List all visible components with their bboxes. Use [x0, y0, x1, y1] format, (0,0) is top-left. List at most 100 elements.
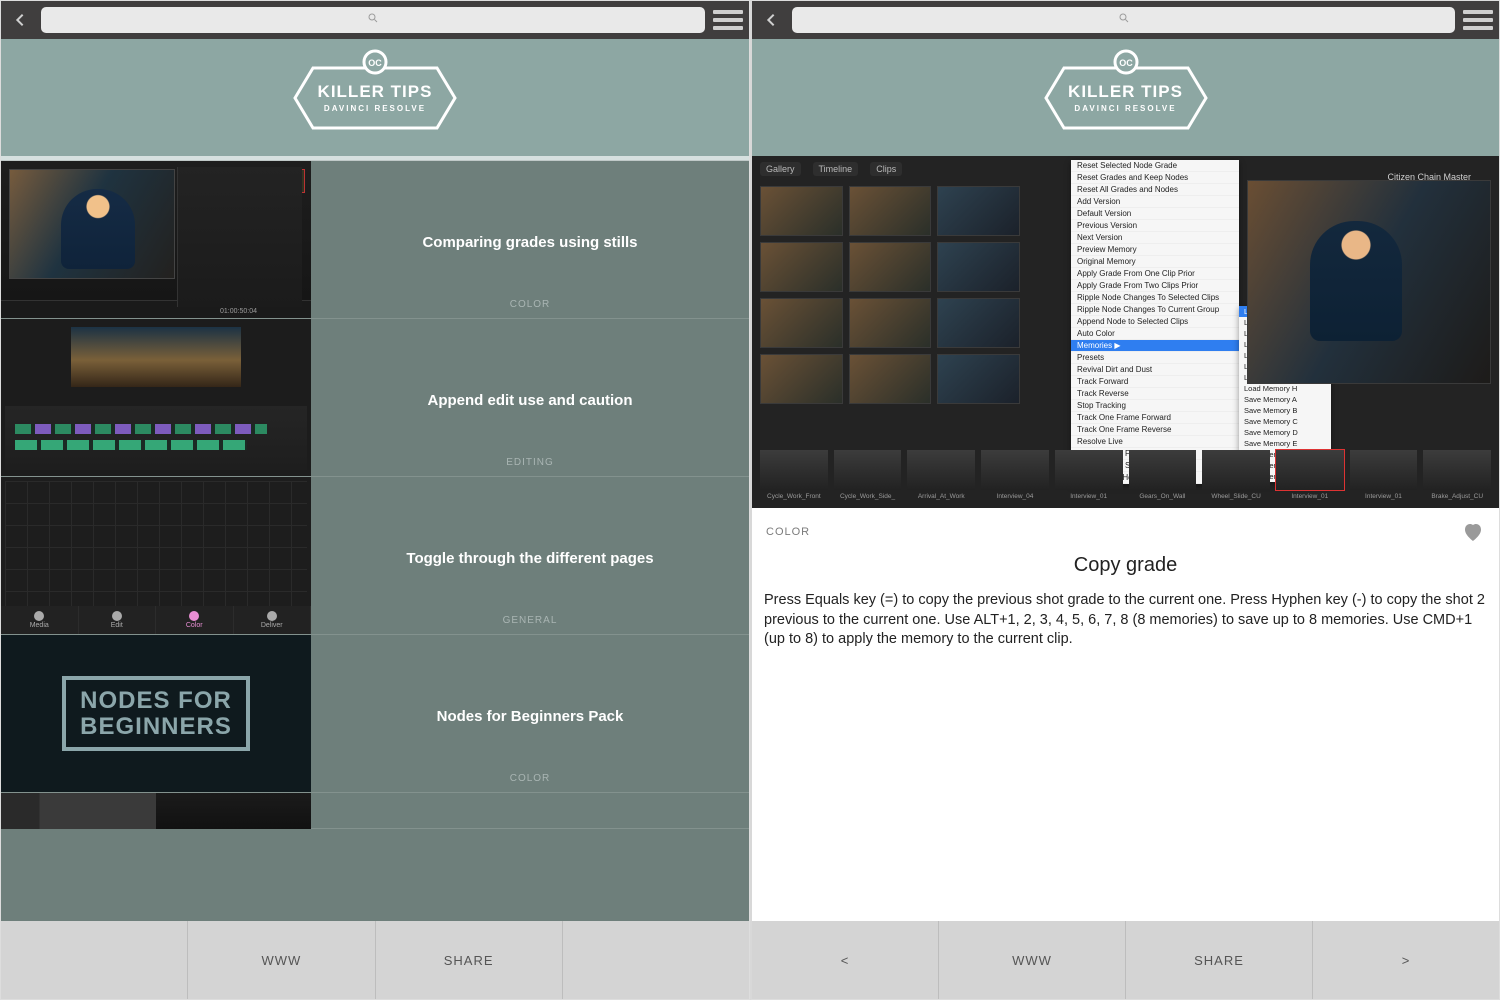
menu-button[interactable]	[1463, 7, 1493, 33]
list-item-title: Append edit use and caution	[427, 392, 632, 409]
screenshot-tab: Clips	[870, 162, 902, 176]
badge-title: KILLER TIPS	[318, 82, 433, 102]
hamburger-icon	[1463, 10, 1493, 14]
filmstrip-thumb: Brake_Adjust_CU	[1423, 450, 1491, 490]
bottom-bar: WWW SHARE	[1, 921, 749, 999]
bottom-bar: < WWW SHARE >	[752, 921, 1499, 999]
menu-item: Reset Grades and Keep Nodes	[1071, 172, 1239, 184]
list-item-category: COLOR	[311, 299, 749, 310]
thumbnail-timecode: 01:00:50:04	[220, 308, 257, 315]
menu-item: Add Version	[1071, 196, 1239, 208]
chevron-left-icon	[763, 12, 779, 28]
list-item[interactable]: NODES FOR BEGINNERS Nodes for Beginners …	[1, 635, 749, 793]
filmstrip-thumb: Interview_01	[1350, 450, 1418, 490]
hero-banner: OC KILLER TIPS DAVINCI RESOLVE	[752, 39, 1499, 156]
menu-item: Next Version	[1071, 232, 1239, 244]
submenu-item: Load Memory H	[1239, 383, 1331, 394]
svg-text:OC: OC	[1119, 58, 1133, 68]
menu-item: Track Reverse	[1071, 388, 1239, 400]
submenu-item: Save Memory C	[1239, 416, 1331, 427]
list-item[interactable]: Append edit use and caution EDITING	[1, 319, 749, 477]
filmstrip: Cycle_Work_FrontCycle_Work_Side_Arrival_…	[760, 450, 1491, 500]
prev-button[interactable]: <	[752, 921, 938, 999]
list-item-title: Toggle through the different pages	[406, 550, 653, 567]
badge-title: KILLER TIPS	[1068, 82, 1183, 102]
submenu-item: Save Memory A	[1239, 394, 1331, 405]
list-thumbnail: NODES FOR BEGINNERS	[1, 635, 311, 792]
list-item-title: Nodes for Beginners Pack	[437, 708, 624, 725]
article-category: COLOR	[766, 526, 810, 538]
list-item-category: GENERAL	[311, 615, 749, 626]
badge-subtitle: DAVINCI RESOLVE	[1068, 104, 1183, 113]
menu-button[interactable]	[713, 7, 743, 33]
menu-item: Apply Grade From One Clip Prior	[1071, 268, 1239, 280]
bottom-bar-spacer	[562, 921, 749, 999]
submenu-item: Save Memory B	[1239, 405, 1331, 416]
hamburger-icon	[713, 10, 743, 14]
filmstrip-thumb: Wheel_Slide_CU	[1202, 450, 1270, 490]
menu-item: Track Forward	[1071, 376, 1239, 388]
menu-item: Apply Grade From Two Clips Prior	[1071, 280, 1239, 292]
search-icon	[1118, 11, 1130, 29]
share-button[interactable]: SHARE	[1125, 921, 1312, 999]
menu-item: Reset All Grades and Nodes	[1071, 184, 1239, 196]
menu-item: Track One Frame Forward	[1071, 412, 1239, 424]
list-thumbnail	[1, 319, 311, 476]
hero-banner: OC KILLER TIPS DAVINCI RESOLVE	[1, 39, 749, 156]
chevron-left-icon	[12, 12, 28, 28]
list-pane: OC KILLER TIPS DAVINCI RESOLVE 01:00:50:…	[0, 0, 750, 1000]
search-field[interactable]	[792, 7, 1455, 33]
list-item[interactable]: Media Edit Color Deliver Toggle through …	[1, 477, 749, 635]
topbar	[1, 1, 749, 39]
topbar	[752, 1, 1499, 39]
list-item[interactable]: 01:00:50:04 Comparing grades using still…	[1, 161, 749, 319]
menu-item: Resolve Live	[1071, 436, 1239, 448]
svg-text:OC: OC	[368, 58, 382, 68]
next-button[interactable]: >	[1312, 921, 1499, 999]
menu-item: Stop Tracking	[1071, 400, 1239, 412]
menu-item: Revival Dirt and Dust	[1071, 364, 1239, 376]
menu-item: Append Node to Selected Clips	[1071, 316, 1239, 328]
menu-item: Memories ▶	[1071, 340, 1239, 352]
menu-item: Original Memory	[1071, 256, 1239, 268]
share-button[interactable]: SHARE	[375, 921, 562, 999]
favorite-button[interactable]	[1461, 520, 1485, 544]
filmstrip-thumb: Arrival_At_Work	[907, 450, 975, 490]
back-button[interactable]	[7, 7, 33, 33]
filmstrip-thumb: Interview_01	[1276, 450, 1344, 490]
menu-item: Ripple Node Changes To Current Group	[1071, 304, 1239, 316]
menu-item: Auto Color	[1071, 328, 1239, 340]
stills-grid	[760, 186, 1020, 448]
list-item-category: EDITING	[311, 457, 749, 468]
page-tab-icon: Edit	[79, 606, 157, 634]
app-badge: OC KILLER TIPS DAVINCI RESOLVE	[275, 48, 475, 148]
menu-item: Ripple Node Changes To Selected Clips	[1071, 292, 1239, 304]
tips-list[interactable]: 01:00:50:04 Comparing grades using still…	[1, 156, 749, 921]
search-field[interactable]	[41, 7, 705, 33]
menu-item: Preview Memory	[1071, 244, 1239, 256]
submenu-item: Save Memory D	[1239, 427, 1331, 438]
list-item[interactable]	[1, 793, 749, 829]
www-button[interactable]: WWW	[938, 921, 1125, 999]
heart-icon	[1461, 520, 1485, 544]
page-tab-icon: Color	[156, 606, 234, 634]
page-tab-icon: Deliver	[234, 606, 312, 634]
list-thumbnail: 01:00:50:04	[1, 161, 311, 318]
article: Gallery Timeline Clips Citizen Chain Mas…	[752, 156, 1499, 921]
menu-item: Track One Frame Reverse	[1071, 424, 1239, 436]
bottom-bar-spacer	[1, 921, 187, 999]
menu-item: Reset Selected Node Grade	[1071, 160, 1239, 172]
www-button[interactable]: WWW	[187, 921, 374, 999]
article-screenshot: Gallery Timeline Clips Citizen Chain Mas…	[752, 156, 1499, 508]
context-menu: Reset Selected Node GradeReset Grades an…	[1071, 160, 1239, 484]
list-thumbnail: Media Edit Color Deliver	[1, 477, 311, 634]
menu-item: Default Version	[1071, 208, 1239, 220]
article-body: Press Equals key (=) to copy the previou…	[752, 577, 1499, 650]
list-thumbnail	[1, 793, 311, 829]
back-button[interactable]	[758, 7, 784, 33]
submenu-item: Save Memory E	[1239, 438, 1331, 449]
thumbnail-text: NODES FOR BEGINNERS	[62, 676, 250, 750]
filmstrip-thumb: Cycle_Work_Front	[760, 450, 828, 490]
viewer-preview	[1247, 180, 1491, 384]
article-pane: OC KILLER TIPS DAVINCI RESOLVE Gallery T…	[750, 0, 1500, 1000]
